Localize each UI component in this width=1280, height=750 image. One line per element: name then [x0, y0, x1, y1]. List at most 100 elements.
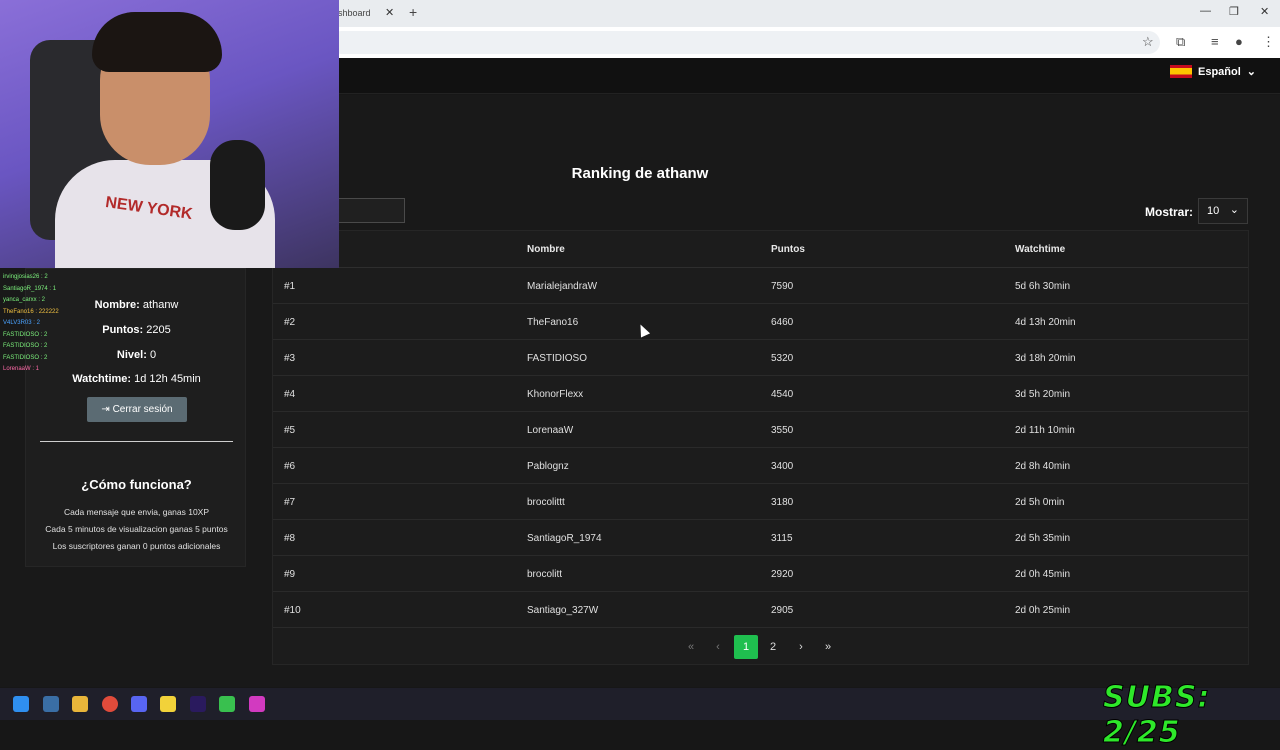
language-selector[interactable]: Español ⌄	[1169, 65, 1256, 78]
points-cell: 6460	[771, 317, 794, 328]
name-cell: Santiago_327W	[527, 605, 599, 616]
points-cell: 2920	[771, 569, 794, 580]
premiere-icon[interactable]	[190, 696, 206, 712]
address-bar[interactable]	[330, 31, 1160, 54]
logout-icon: ⇥	[101, 404, 110, 415]
ranking-table: Nombre Puntos Watchtime #1 MarialejandraW…	[272, 230, 1249, 665]
table-row: #6 Pablognz 3400 2d 8h 40min	[273, 448, 1248, 484]
close-window-button[interactable]: ✕	[1260, 5, 1269, 18]
rank-cell: #5	[284, 425, 296, 436]
windows-start-icon[interactable]	[13, 696, 29, 712]
app-icon[interactable]	[249, 696, 265, 712]
logout-button[interactable]: ⇥ Cerrar sesión	[87, 397, 187, 422]
watchtime-cell: 3d 18h 20min	[1015, 353, 1076, 364]
name-cell: FASTIDIOSO	[527, 353, 588, 364]
points-cell: 3180	[771, 497, 794, 508]
chevron-down-icon: ⌄	[1229, 204, 1239, 216]
table-row: #9 brocolitt 2920 2d 0h 45min	[273, 556, 1248, 592]
rank-cell: #9	[284, 569, 296, 580]
chat-message: V4LV3R03 : 2	[3, 320, 40, 326]
chat-message: irvingjosias26 : 2	[3, 274, 48, 280]
table-row: #1 MarialejandraW 7590 5d 6h 30min	[273, 268, 1248, 304]
watchtime-cell: 4d 13h 20min	[1015, 317, 1076, 328]
table-row: #10 Santiago_327W 2905 2d 0h 25min	[273, 592, 1248, 628]
first-page-button[interactable]: «	[679, 635, 703, 659]
points-cell: 2905	[771, 605, 794, 616]
rank-cell: #10	[284, 605, 301, 616]
name-cell: LorenaaW	[527, 425, 574, 436]
minimize-button[interactable]: —	[1200, 5, 1211, 17]
page-button-current[interactable]: 1	[734, 635, 758, 659]
column-header-watchtime[interactable]: Watchtime	[1015, 244, 1065, 255]
name-cell: Pablognz	[527, 461, 569, 472]
spain-flag-icon	[1169, 65, 1192, 78]
points-cell: 5320	[771, 353, 794, 364]
discord-icon[interactable]	[131, 696, 147, 712]
menu-icon[interactable]: ⋮	[1262, 34, 1275, 50]
xbox-icon[interactable]	[219, 696, 235, 712]
watchtime-cell: 2d 0h 25min	[1015, 605, 1071, 616]
language-label: Español	[1197, 65, 1241, 78]
file-explorer-icon[interactable]	[72, 696, 88, 712]
prev-page-button[interactable]: ‹	[706, 635, 730, 659]
points-cell: 3550	[771, 425, 794, 436]
watchtime-cell: 2d 11h 10min	[1015, 425, 1075, 436]
media-icon[interactable]: ≡	[1211, 34, 1219, 49]
subs-counter: SUBS: 2/25	[1103, 680, 1211, 750]
rank-cell: #3	[284, 353, 296, 364]
rank-cell: #1	[284, 281, 296, 292]
chevron-down-icon: ⌄	[1246, 66, 1256, 78]
chat-message: TheFano16 : 222222	[3, 308, 59, 315]
new-tab-button[interactable]: +	[409, 4, 417, 20]
next-page-button[interactable]: ›	[789, 635, 813, 659]
table-row: #5 LorenaaW 3550 2d 11h 10min	[273, 412, 1248, 448]
webcam-overlay: NEW YORK	[0, 0, 339, 268]
table-row: #4 KhonorFlexx 4540 3d 5h 20min	[273, 376, 1248, 412]
points-cell: 3115	[771, 533, 793, 544]
watchtime-cell: 3d 5h 20min	[1015, 389, 1071, 400]
chat-message: yanca_carxx : 2	[3, 297, 46, 303]
how-it-works-line: Los suscriptores ganan 0 puntos adiciona…	[52, 541, 221, 551]
extensions-icon[interactable]: ⧉	[1176, 34, 1185, 50]
points-cell: 3400	[771, 461, 794, 472]
chat-message: FASTIDIOSO : 2	[3, 343, 48, 349]
name-cell: KhonorFlexx	[527, 389, 584, 400]
page-button[interactable]: 2	[761, 635, 785, 659]
rank-cell: #2	[284, 317, 296, 328]
name-cell: brocolitt	[527, 569, 563, 580]
watchtime-cell: 2d 0h 45min	[1015, 569, 1071, 580]
points-cell: 7590	[771, 281, 794, 292]
mail-icon[interactable]	[43, 696, 59, 712]
chat-message: FASTIDIOSO : 2	[3, 331, 48, 338]
chat-message: FASTIDIOSO : 2	[3, 354, 48, 361]
chrome-icon[interactable]	[102, 696, 118, 712]
microphone	[210, 140, 265, 230]
profile-icon[interactable]: ●	[1235, 34, 1243, 49]
column-header-name[interactable]: Nombre	[527, 244, 565, 255]
divider	[40, 441, 233, 442]
rank-cell: #7	[284, 497, 296, 508]
chat-message: SantiagoR_1974 : 1	[3, 285, 57, 292]
points-cell: 4540	[771, 389, 794, 400]
streamer-hair	[92, 12, 222, 72]
page-size-select[interactable]: 10 ⌄	[1198, 198, 1248, 224]
how-it-works-line: Cada mensaje que envia, ganas 10XP	[63, 507, 210, 517]
stream-chat-overlay: irvingjosias26 : 2 SantiagoR_1974 : 1 ya…	[3, 272, 93, 376]
table-row: #8 SantiagoR_1974 3115 2d 5h 35min	[273, 520, 1248, 556]
table-row: #7 brocolittt 3180 2d 5h 0min	[273, 484, 1248, 520]
bookmark-star-icon[interactable]: ☆	[1142, 34, 1154, 50]
rank-cell: #8	[284, 533, 296, 544]
pagination: « ‹ 1 2 › »	[0, 635, 1280, 659]
watchtime-cell: 5d 6h 30min	[1015, 281, 1071, 292]
tab-close-icon[interactable]: ✕	[385, 6, 394, 19]
maximize-button[interactable]: ❐	[1229, 5, 1239, 18]
last-page-button[interactable]: »	[816, 635, 840, 659]
name-cell: brocolittt	[527, 497, 565, 508]
name-cell: TheFano16	[527, 317, 579, 328]
page-size-value: 10	[1207, 205, 1220, 217]
chat-message: LorenaaW : 1	[3, 366, 40, 372]
notes-icon[interactable]	[160, 696, 176, 712]
column-header-points[interactable]: Puntos	[771, 244, 805, 255]
watchtime-cell: 2d 8h 40min	[1015, 461, 1071, 472]
table-row: #3 FASTIDIOSO 5320 3d 18h 20min	[273, 340, 1248, 376]
